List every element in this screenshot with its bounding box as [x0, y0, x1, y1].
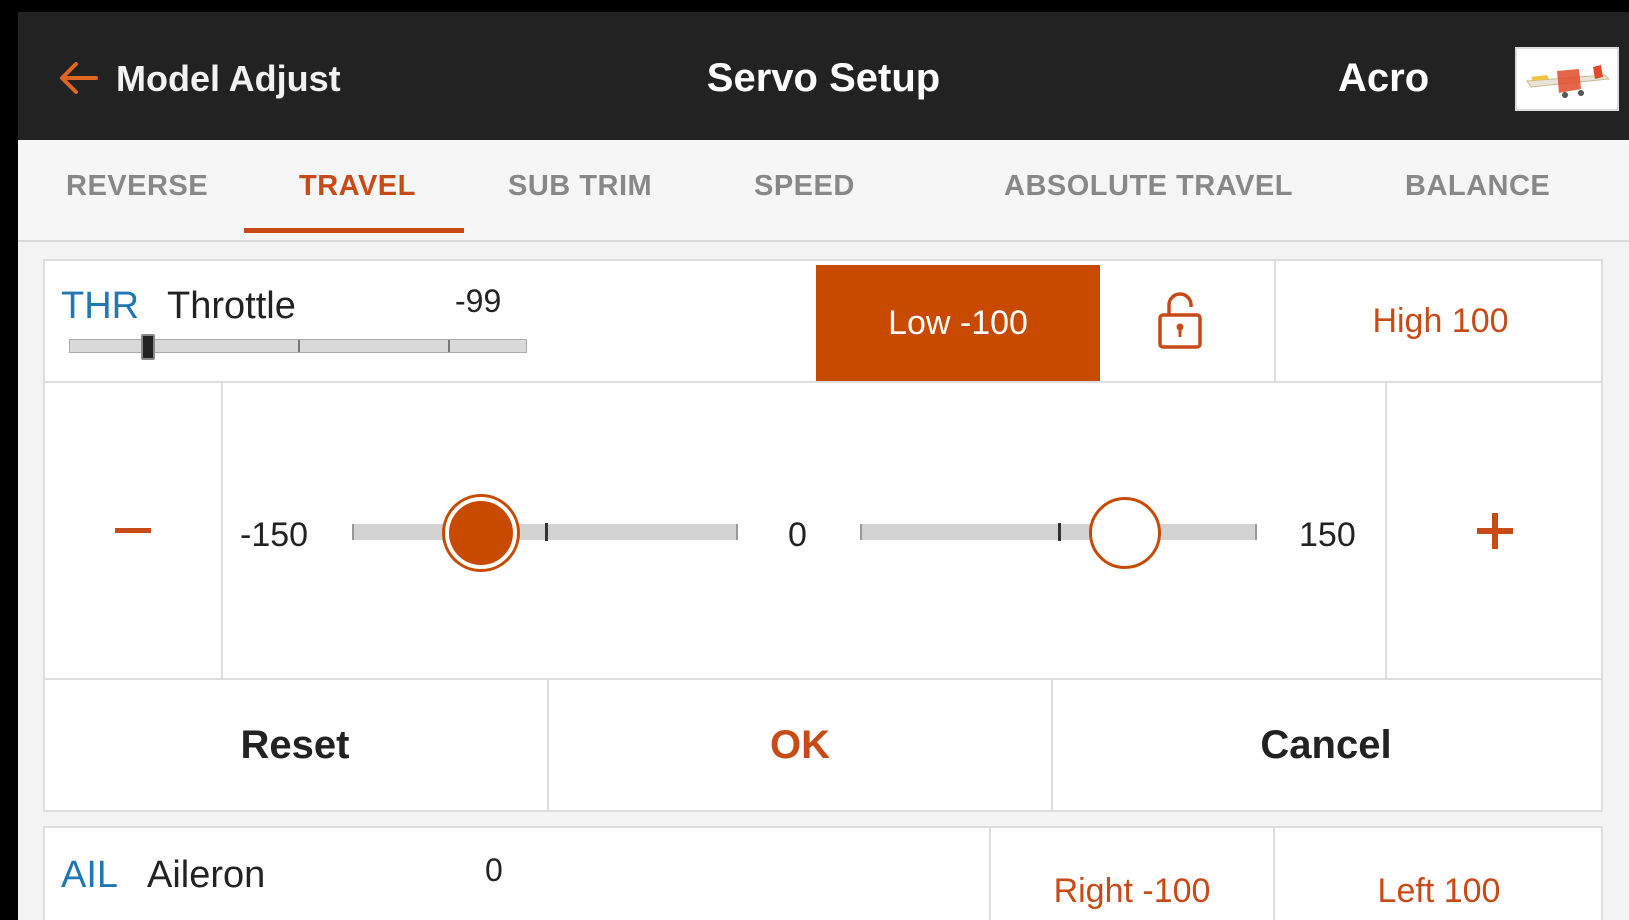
high-travel-knob[interactable]: [1088, 497, 1161, 569]
channel-value: 0: [485, 852, 503, 888]
low-travel-button[interactable]: Low -100: [816, 265, 1100, 381]
tab-bar: REVERSE TRAVEL SUB TRIM SPEED ABSOLUTE T…: [18, 140, 1629, 242]
bar-tick: [448, 340, 450, 352]
device-frame: Model Adjust Servo Setup Acro REVERSE TR…: [0, 0, 1629, 920]
travel-track-high[interactable]: [860, 523, 1257, 541]
reset-button[interactable]: Reset: [45, 680, 545, 810]
decrement-button[interactable]: [45, 383, 223, 678]
channel-position-bar: [69, 334, 527, 360]
channel-card-throttle: THR Throttle -99 Low -100 High 100 -150: [43, 259, 1603, 812]
channel-card-aileron: AIL Aileron 0 Right -100 Left 100: [43, 826, 1603, 920]
divider: [45, 381, 1601, 383]
tab-sub-trim[interactable]: SUB TRIM: [508, 170, 652, 203]
track-tick: [545, 523, 548, 541]
channel-name: Throttle: [167, 285, 296, 327]
minus-icon: [115, 527, 151, 533]
tab-speed[interactable]: SPEED: [754, 170, 855, 203]
channel-abbr: THR: [61, 285, 140, 327]
app-header: Model Adjust Servo Setup Acro: [18, 12, 1629, 140]
channel-value: -99: [455, 283, 502, 319]
scale-max-label: 150: [1299, 516, 1356, 554]
position-marker: [140, 334, 155, 360]
tab-absolute-travel[interactable]: ABSOLUTE TRAVEL: [1004, 170, 1293, 203]
scale-mid-label: 0: [788, 516, 807, 554]
right-travel-button[interactable]: Right -100: [989, 828, 1273, 920]
model-name: Acro: [1338, 56, 1430, 100]
high-travel-button[interactable]: High 100: [1274, 261, 1605, 381]
increment-button[interactable]: [1385, 383, 1603, 678]
plus-icon: [1477, 512, 1513, 549]
ok-button[interactable]: OK: [547, 680, 1053, 810]
tab-balance[interactable]: BALANCE: [1405, 170, 1550, 203]
active-tab-indicator: [244, 228, 464, 233]
model-image[interactable]: [1515, 47, 1619, 111]
travel-track-low[interactable]: [352, 523, 738, 541]
bar-tick: [298, 340, 300, 352]
tab-travel[interactable]: TRAVEL: [299, 170, 416, 203]
low-travel-knob[interactable]: [444, 497, 517, 569]
unlock-icon[interactable]: [1155, 289, 1205, 351]
left-travel-button[interactable]: Left 100: [1273, 828, 1603, 920]
channel-abbr: AIL: [61, 854, 119, 896]
screen: Model Adjust Servo Setup Acro REVERSE TR…: [18, 12, 1629, 920]
scale-min-label: -150: [240, 516, 309, 554]
cancel-button[interactable]: Cancel: [1051, 680, 1601, 810]
tab-reverse[interactable]: REVERSE: [66, 170, 208, 203]
track-tick: [1058, 523, 1061, 541]
channel-name: Aileron: [147, 854, 266, 896]
